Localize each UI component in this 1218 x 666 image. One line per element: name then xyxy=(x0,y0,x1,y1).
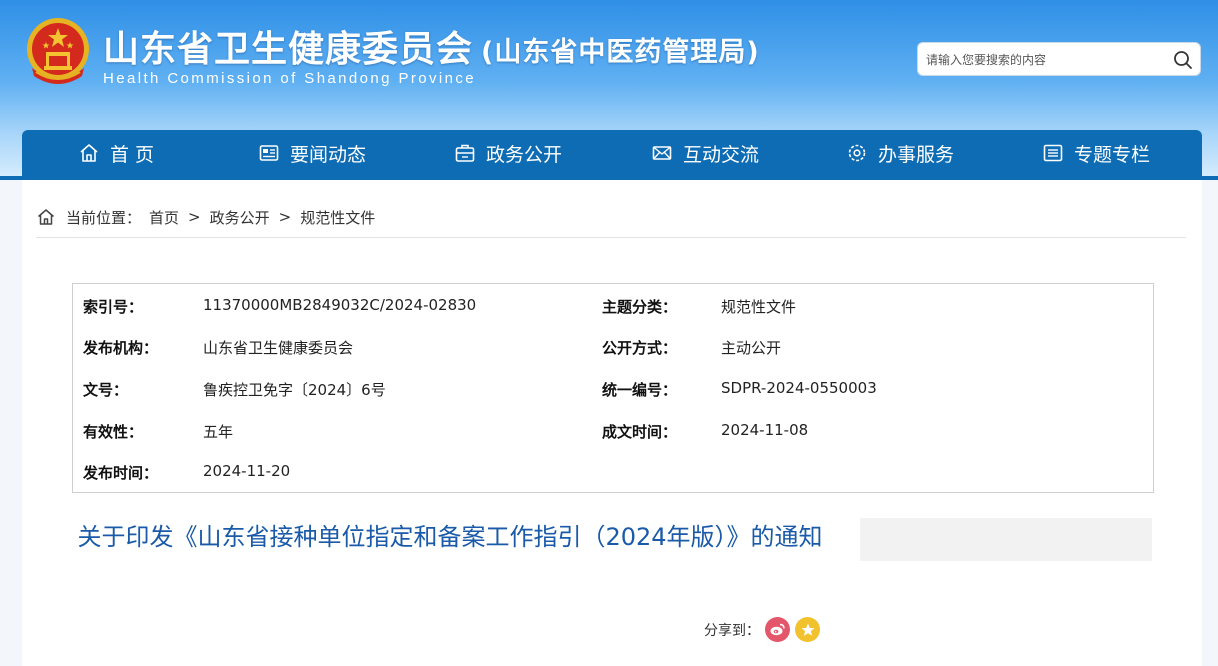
meta-disclosure-label: 公开方式： xyxy=(602,339,678,357)
meta-unified-label: 统一编号： xyxy=(602,381,678,399)
meta-index-label: 索引号： xyxy=(83,298,144,316)
nav-item-label: 互动交流 xyxy=(683,143,760,166)
briefcase-icon xyxy=(455,144,475,162)
meta-validity-value: 五年 xyxy=(203,423,234,441)
site-title-sub: (山东省中医药管理局) xyxy=(481,37,760,68)
breadcrumb-label: 当前位置： xyxy=(66,208,142,227)
meta-published-label: 发布时间： xyxy=(83,464,159,482)
breadcrumb-separator: > xyxy=(278,208,292,226)
search-input[interactable] xyxy=(924,49,1168,71)
site-title-en: Health Commission of Shandong Province xyxy=(103,70,477,87)
nav-item-label: 首 页 xyxy=(110,143,155,166)
side-placeholder xyxy=(860,518,1152,561)
home-icon xyxy=(80,144,98,162)
breadcrumb-divider xyxy=(36,237,1186,238)
weibo-icon xyxy=(770,623,785,636)
meta-published-value: 2024-11-20 xyxy=(203,462,291,480)
breadcrumb-link-home[interactable]: 首页 xyxy=(149,207,179,228)
search-icon[interactable] xyxy=(1172,49,1194,71)
nav-item-services[interactable]: 办事服务 xyxy=(846,130,954,176)
mail-icon xyxy=(652,146,672,160)
breadcrumb-link-normative-docs[interactable]: 规范性文件 xyxy=(300,207,375,228)
meta-topic-label: 主题分类： xyxy=(602,298,678,316)
document-title: 关于印发《山东省接种单位指定和备案工作指引（2024年版）》的通知 xyxy=(77,523,823,551)
search-box xyxy=(917,42,1201,76)
site-title-main: 山东省卫生健康委员会 xyxy=(103,29,474,70)
nav-item-gov-affairs[interactable]: 政务公开 xyxy=(454,130,562,176)
nav-item-interaction[interactable]: 互动交流 xyxy=(651,130,759,176)
share-label: 分享到： xyxy=(704,622,760,639)
meta-created-value: 2024-11-08 xyxy=(721,421,809,439)
home-icon xyxy=(38,209,54,225)
meta-publisher-label: 发布机构： xyxy=(83,339,159,357)
breadcrumb: 当前位置： 首页 > 政务公开 > 规范性文件 xyxy=(36,206,375,228)
national-emblem-icon xyxy=(27,18,89,84)
breadcrumb-separator: > xyxy=(188,208,201,226)
weibo-share-icon[interactable] xyxy=(765,617,790,642)
meta-unified-value: SDPR-2024-0550003 xyxy=(721,379,877,397)
breadcrumb-link-gov-affairs[interactable]: 政务公开 xyxy=(210,207,270,228)
share-bar: 分享到： xyxy=(704,617,820,642)
star-icon xyxy=(801,623,814,636)
site-title: 山东省卫生健康委员会 (山东省中医药管理局) xyxy=(103,20,760,72)
meta-docno-value: 鲁疾控卫免字〔2024〕6号 xyxy=(203,381,386,399)
nav-item-label: 政务公开 xyxy=(486,143,563,166)
meta-topic-value: 规范性文件 xyxy=(721,298,797,316)
meta-created-label: 成文时间： xyxy=(602,423,678,441)
nav-item-topics[interactable]: 专题专栏 xyxy=(1042,130,1150,176)
main-nav: 首 页 要闻动态 政务公开 互动交流 办事服务 专题专栏 xyxy=(22,130,1202,176)
nav-item-label: 办事服务 xyxy=(878,143,955,166)
meta-index-value: 11370000MB2849032C/2024-02830 xyxy=(203,296,477,314)
nav-item-label: 专题专栏 xyxy=(1074,143,1151,166)
meta-validity-label: 有效性： xyxy=(83,423,144,441)
service-icon xyxy=(848,144,866,162)
meta-docno-label: 文号： xyxy=(83,381,129,399)
list-icon xyxy=(1043,144,1063,162)
nav-item-home[interactable]: 首 页 xyxy=(78,130,154,176)
document-metadata-table: 索引号： 11370000MB2849032C/2024-02830 主题分类：… xyxy=(72,283,1154,493)
news-icon xyxy=(259,145,279,161)
meta-publisher-value: 山东省卫生健康委员会 xyxy=(203,339,354,357)
favorite-share-icon[interactable] xyxy=(795,617,820,642)
nav-item-news[interactable]: 要闻动态 xyxy=(258,130,366,176)
meta-disclosure-value: 主动公开 xyxy=(721,339,782,357)
nav-item-label: 要闻动态 xyxy=(290,143,367,166)
